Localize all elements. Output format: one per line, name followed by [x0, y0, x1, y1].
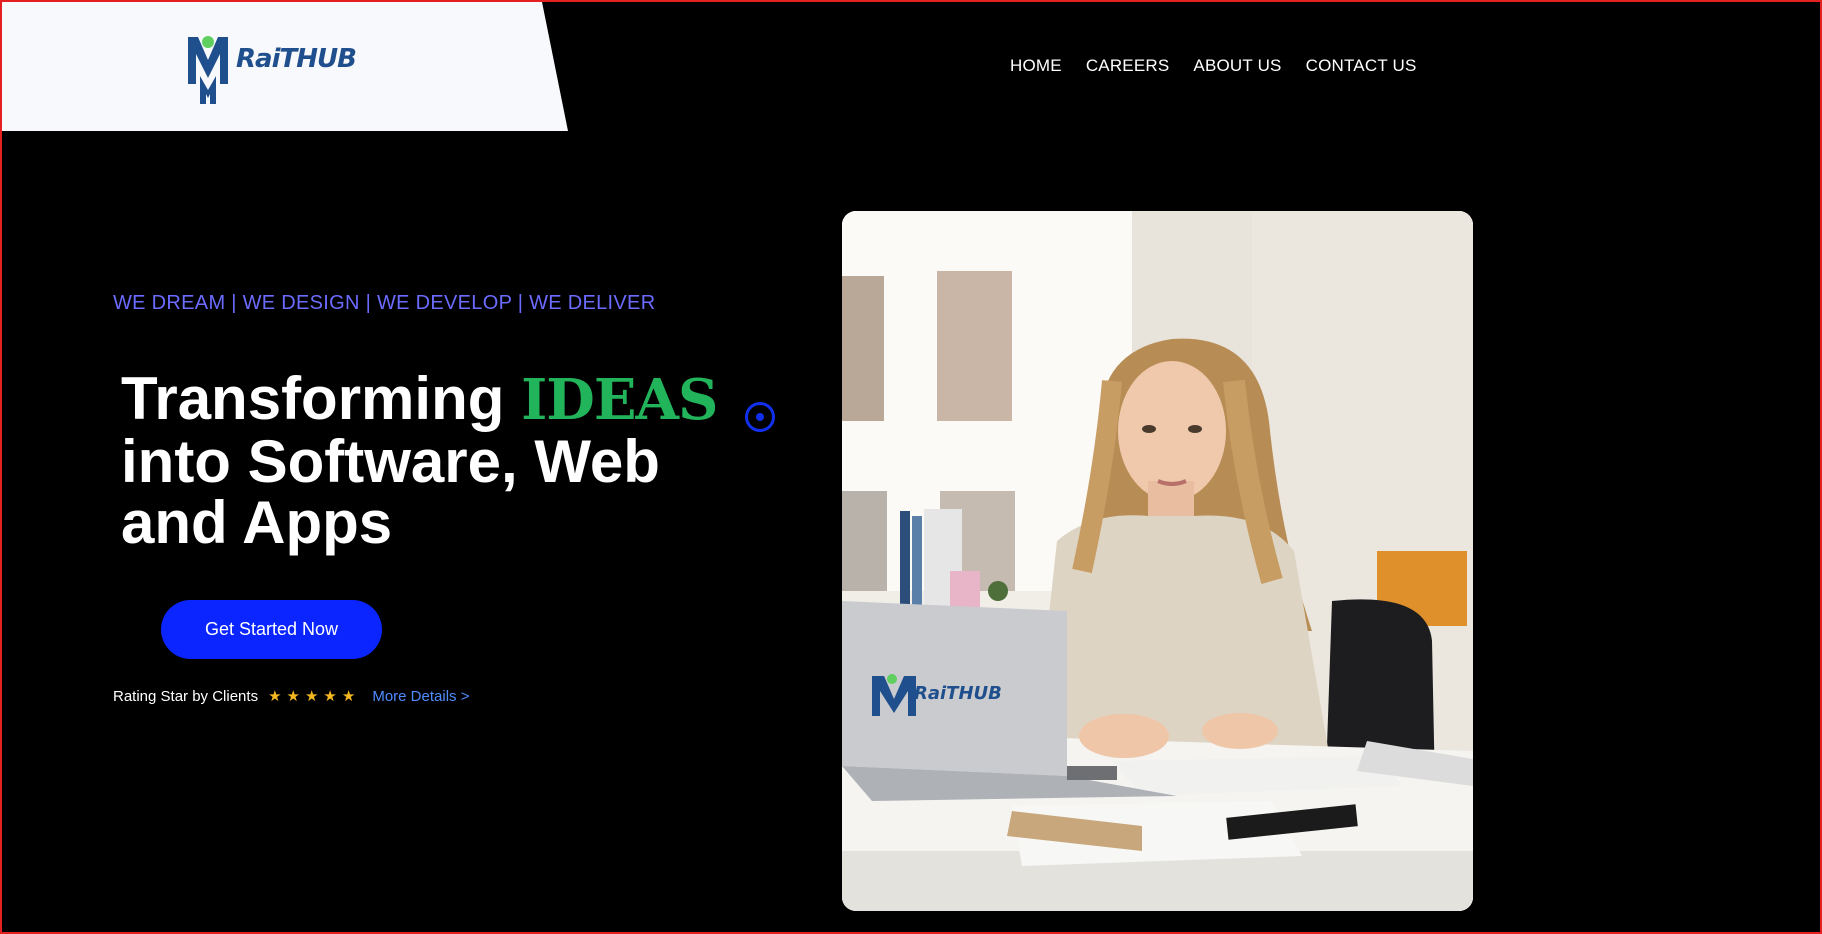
nav-contact-us[interactable]: CONTACT US	[1306, 56, 1417, 76]
nav-home[interactable]: HOME	[1010, 56, 1062, 76]
headline-part-2: into Software, Web and Apps	[121, 428, 660, 556]
laptop-logo-text: RaiTHUB	[914, 683, 1002, 704]
target-icon	[745, 402, 775, 432]
logo-panel: RaiTHUB	[2, 2, 568, 131]
brand-logo[interactable]: RaiTHUB	[186, 32, 357, 104]
brand-logo-text: RaiTHUB	[236, 44, 357, 74]
nav-careers[interactable]: CAREERS	[1086, 56, 1170, 76]
office-photo-illustration: RaiTHUB	[842, 211, 1473, 911]
nav-about-us[interactable]: ABOUT US	[1193, 56, 1281, 76]
headline-accent: IDEAS	[521, 367, 718, 433]
more-details-link[interactable]: More Details >	[372, 688, 469, 705]
hero-image: RaiTHUB	[842, 211, 1473, 911]
main-nav: HOME CAREERS ABOUT US CONTACT US	[1010, 56, 1417, 76]
hero-headline: Transforming IDEAS into Software, Web an…	[121, 368, 741, 553]
rating-stars-icon: ★★★★★	[268, 687, 361, 705]
hero-tagline: WE DREAM | WE DESIGN | WE DEVELOP | WE D…	[113, 292, 656, 314]
rating-label: Rating Star by Clients	[113, 687, 259, 705]
get-started-button[interactable]: Get Started Now	[161, 600, 382, 659]
headline-part-1: Transforming	[121, 365, 522, 432]
client-rating: Rating Star by Clients ★★★★★ More Detail…	[113, 687, 469, 705]
